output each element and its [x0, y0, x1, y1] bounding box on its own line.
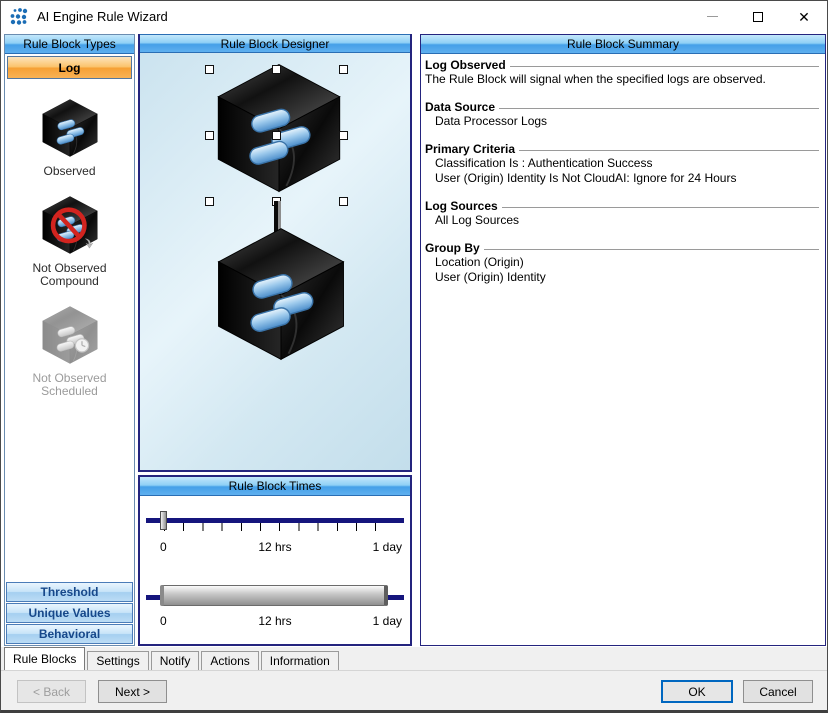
tab-information[interactable]: Information [260, 651, 339, 670]
rule-block-times-header: Rule Block Times [140, 477, 410, 496]
wizard-tabstrip: Rule Blocks Settings Notify Actions Info… [1, 647, 827, 670]
log-block-2[interactable] [210, 223, 352, 365]
tab-notify[interactable]: Notify [150, 651, 200, 670]
tab-actions[interactable]: Actions [201, 651, 259, 670]
window-title: AI Engine Rule Wizard [37, 9, 168, 24]
minimize-icon [706, 16, 718, 17]
time-slider-labels: 0 12 hrs 1 day [160, 540, 402, 554]
designer-canvas[interactable] [140, 53, 410, 470]
type-item-not-observed-compound[interactable]: Not Observed Compound [5, 178, 134, 288]
summary-section-log-observed: Log Observed The Rule Block will signal … [425, 58, 819, 87]
rule-block-summary-panel: Rule Block Summary Log Observed The Rule… [420, 34, 826, 646]
rule-block-times-panel: Rule Block Times 0 12 hrs 1 day 0 12 hrs… [138, 475, 412, 646]
section-rule [509, 65, 819, 67]
log-block-1[interactable] [210, 59, 348, 197]
summary-section-data-source: Data Source Data Processor Logs [425, 100, 819, 129]
rule-block-types-panel: Rule Block Types Log Observed Not Observ… [4, 34, 135, 646]
ai-engine-rule-wizard-window: AI Engine Rule Wizard ✕ Rule Block Types… [0, 0, 828, 713]
selection-handle[interactable] [205, 65, 214, 74]
threshold-category-button[interactable]: Threshold [6, 582, 133, 602]
selection-handle[interactable] [205, 197, 214, 206]
selection-handle[interactable] [339, 131, 348, 140]
next-button[interactable]: Next > [98, 680, 167, 703]
rule-block-summary-header: Rule Block Summary [421, 35, 825, 54]
close-icon: ✕ [798, 8, 810, 25]
selection-handle[interactable] [339, 197, 348, 206]
cancel-button[interactable]: Cancel [743, 680, 813, 703]
minimize-button[interactable] [689, 1, 735, 32]
wizard-footer: < Back Next > OK Cancel [1, 670, 827, 710]
summary-section-group-by: Group By Location (Origin) User (Origin)… [425, 241, 819, 285]
selection-handle[interactable] [272, 131, 281, 140]
back-button: < Back [17, 680, 86, 703]
range-slider-bar[interactable] [160, 585, 388, 606]
maximize-button[interactable] [735, 1, 781, 32]
time-slider-ticks [164, 523, 392, 531]
selection-handle[interactable] [339, 65, 348, 74]
unique-values-category-button[interactable]: Unique Values [6, 603, 133, 623]
type-item-observed[interactable]: Observed [5, 81, 134, 178]
rule-block-types-header: Rule Block Types [5, 35, 134, 54]
behavioral-category-button[interactable]: Behavioral [6, 624, 133, 644]
title-bar: AI Engine Rule Wizard ✕ [1, 1, 827, 32]
rule-block-type-list: Observed Not Observed Compound Not Obser… [5, 81, 134, 398]
summary-section-log-sources: Log Sources All Log Sources [425, 199, 819, 228]
close-button[interactable]: ✕ [781, 1, 827, 32]
times-body: 0 12 hrs 1 day 0 12 hrs 1 day [140, 496, 410, 644]
summary-section-primary-criteria: Primary Criteria Classification Is : Aut… [425, 142, 819, 186]
maximize-icon [753, 11, 763, 22]
tab-rule-blocks[interactable]: Rule Blocks [4, 647, 86, 670]
cube-not-observed-icon [39, 194, 101, 256]
cube-observed-icon [39, 97, 101, 159]
section-rule [499, 107, 819, 109]
section-rule [483, 248, 819, 250]
rule-block-designer-header: Rule Block Designer [140, 34, 410, 53]
section-rule [519, 149, 819, 151]
category-buttons: Threshold Unique Values Behavioral [6, 582, 133, 644]
summary-body: Log Observed The Rule Block will signal … [421, 54, 825, 285]
selection-handle[interactable] [272, 65, 281, 74]
rule-block-designer-panel: Rule Block Designer [138, 34, 412, 472]
section-rule [501, 206, 819, 208]
range-slider-labels: 0 12 hrs 1 day [160, 614, 402, 628]
selection-handle[interactable] [205, 131, 214, 140]
tab-settings[interactable]: Settings [87, 651, 149, 670]
log-category-button[interactable]: Log [7, 56, 132, 79]
time-slider-thumb[interactable] [160, 511, 167, 530]
window-controls: ✕ [689, 1, 827, 32]
logrhythm-app-icon [10, 7, 28, 25]
type-item-not-observed-scheduled: Not Observed Scheduled [5, 288, 134, 398]
ok-button[interactable]: OK [661, 680, 733, 703]
cube-scheduled-icon [39, 304, 101, 366]
